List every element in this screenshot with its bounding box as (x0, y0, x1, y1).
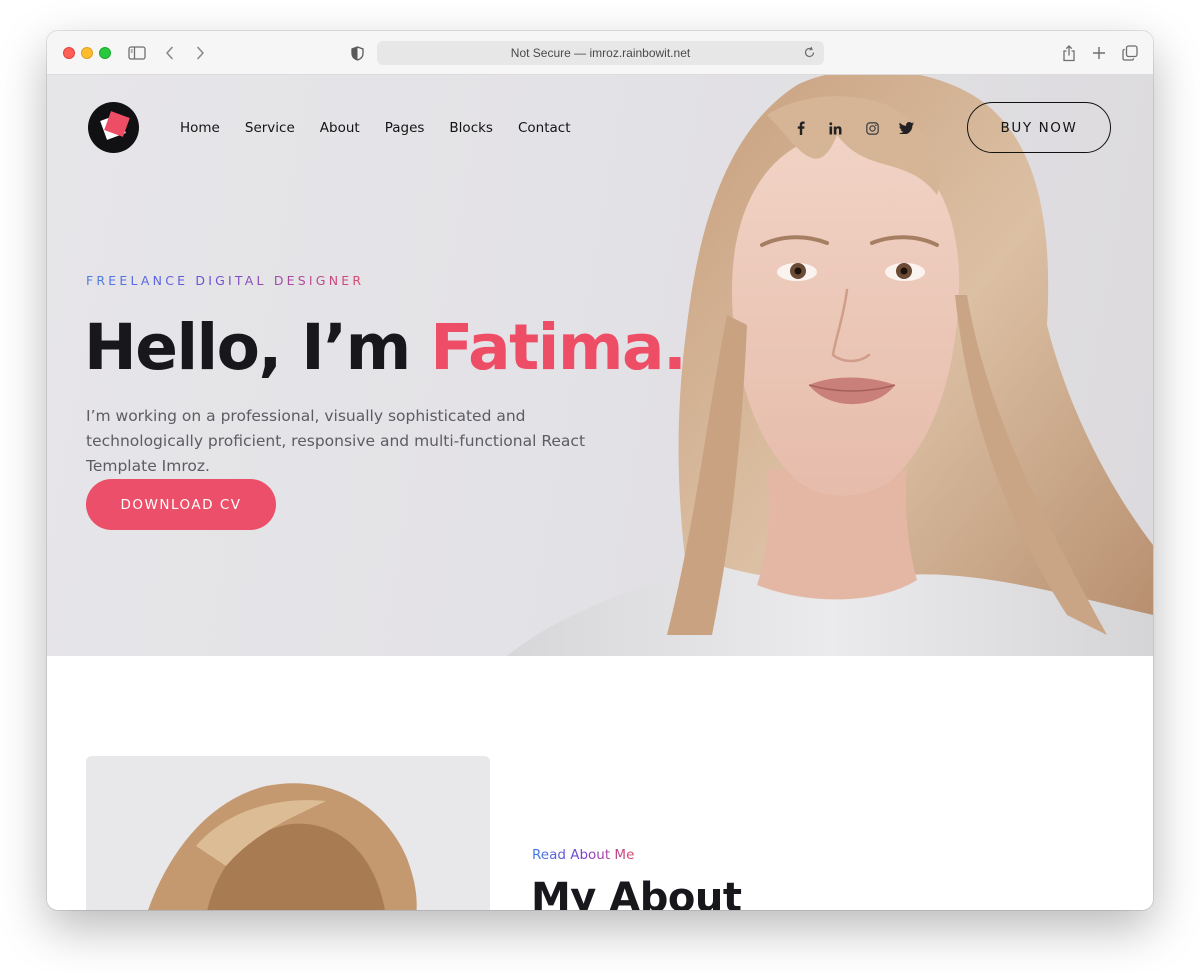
main-nav: Home Service About Pages Blocks Contact (180, 118, 596, 138)
back-icon[interactable] (160, 43, 180, 63)
minimize-window-button[interactable] (81, 47, 93, 59)
nav-item-home[interactable]: Home (180, 118, 220, 138)
about-eyebrow: Read About Me (532, 847, 635, 863)
hero-intro: I’m working on a professional, visually … (86, 407, 586, 475)
tabs-overview-icon[interactable] (1120, 43, 1140, 63)
nav-item-about[interactable]: About (320, 118, 360, 138)
hero-headline: Hello, I’m Fatima. (84, 310, 687, 386)
buy-now-button[interactable]: BUY NOW (967, 102, 1111, 153)
nav-item-pages[interactable]: Pages (385, 118, 425, 138)
headline-greeting: Hello, I’m (84, 311, 431, 384)
hero-eyebrow: FREELANCE DIGITAL DESIGNER (86, 273, 365, 288)
address-bar[interactable]: Not Secure — imroz.rainbowit.net (377, 41, 824, 65)
download-cv-button[interactable]: DOWNLOAD CV (86, 479, 276, 530)
nav-item-contact[interactable]: Contact (518, 118, 571, 138)
reload-icon[interactable] (803, 46, 816, 62)
hero-section: Home Service About Pages Blocks Contact … (47, 75, 1153, 656)
address-text: Not Secure — imroz.rainbowit.net (510, 46, 691, 60)
twitter-icon[interactable] (898, 120, 914, 136)
browser-window: Not Secure — imroz.rainbowit.net Home Se… (47, 31, 1153, 910)
browser-toolbar: Not Secure — imroz.rainbowit.net (47, 31, 1153, 75)
close-window-button[interactable] (63, 47, 75, 59)
nav-item-service[interactable]: Service (245, 118, 295, 138)
about-title: My About (531, 875, 742, 910)
headline-name: Fatima. (430, 311, 687, 384)
new-tab-icon[interactable] (1089, 43, 1109, 63)
about-portrait-image (86, 756, 490, 910)
shield-icon (347, 43, 367, 63)
forward-icon[interactable] (190, 43, 210, 63)
site-logo[interactable] (88, 102, 139, 153)
facebook-icon[interactable] (793, 120, 809, 136)
nav-item-blocks[interactable]: Blocks (449, 118, 493, 138)
share-icon[interactable] (1059, 43, 1079, 63)
zoom-window-button[interactable] (99, 47, 111, 59)
about-section: Read About Me My About (47, 656, 1153, 910)
instagram-icon[interactable] (864, 120, 880, 136)
linkedin-icon[interactable] (827, 120, 843, 136)
sidebar-icon[interactable] (127, 43, 147, 63)
